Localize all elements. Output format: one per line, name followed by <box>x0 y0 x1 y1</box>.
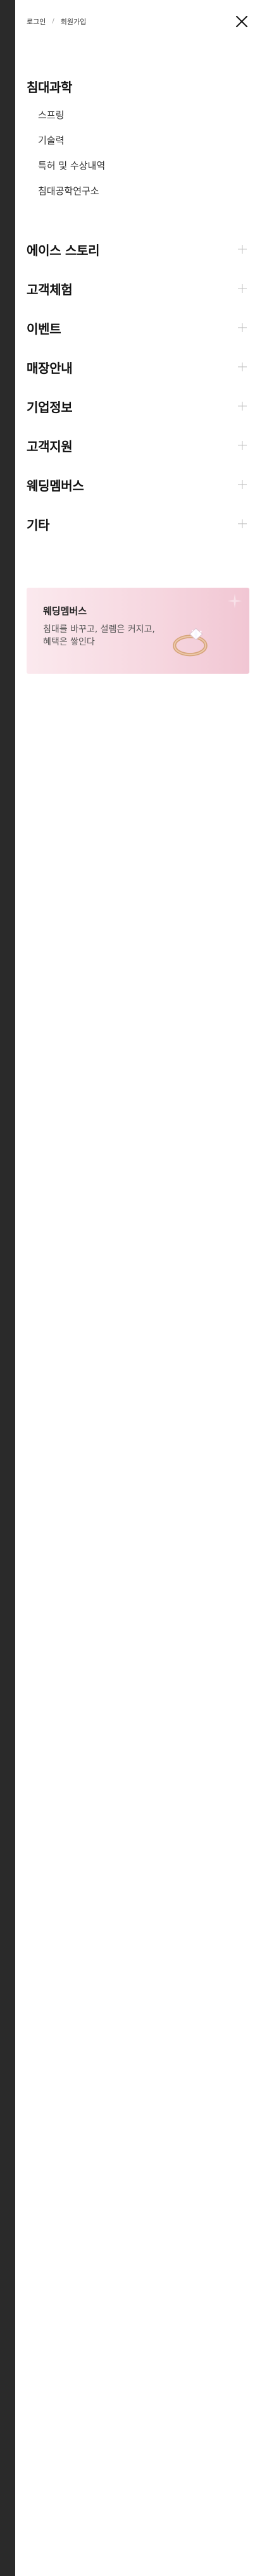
section-title: 침대과학 <box>27 80 72 95</box>
plus-icon <box>237 322 248 333</box>
drawer-top-bar: 로그인 / 회원가입 <box>15 0 262 44</box>
accordion-item[interactable]: 기업정보 <box>27 387 249 426</box>
accordion-label: 웨딩멤버스 <box>27 478 84 493</box>
sparkle-icon <box>227 593 242 609</box>
subnav-item-sleep-lab[interactable]: 침대공학연구소 <box>38 185 249 197</box>
signup-link[interactable]: 회원가입 <box>61 16 86 27</box>
accordion-item[interactable]: 에이스 스토리 <box>27 230 249 269</box>
login-link[interactable]: 로그인 <box>27 16 46 27</box>
menu-accordion: 에이스 스토리 고객체험 이벤트 매장안내 기업정보 고객지원 웨딩멤버스 기타 <box>27 230 249 543</box>
plus-icon <box>237 361 248 373</box>
accordion-label: 에이스 스토리 <box>27 242 100 258</box>
close-button[interactable] <box>233 13 251 30</box>
accordion-label: 이벤트 <box>27 321 61 337</box>
accordion-label: 기타 <box>27 517 50 533</box>
plus-icon <box>237 400 248 412</box>
plus-icon <box>237 283 248 294</box>
ring-icon <box>173 628 208 657</box>
promo-description: 침대를 바꾸고, 설렘은 커지고, 혜택은 쌓인다 <box>43 624 155 647</box>
side-menu-drawer: 로그인 / 회원가입 침대과학 스프링 기술력 특허 및 수상내역 침대공학연구… <box>0 0 262 2576</box>
subnav-item-patents-awards[interactable]: 특허 및 수상내역 <box>38 160 249 171</box>
accordion-item[interactable]: 고객체험 <box>27 269 249 308</box>
subnav-item-spring[interactable]: 스프링 <box>38 109 249 121</box>
accordion-label: 고객체험 <box>27 282 73 297</box>
plus-icon <box>237 440 248 451</box>
section-subnav: 스프링 기술력 특허 및 수상내역 침대공학연구소 <box>27 109 249 197</box>
accordion-item[interactable]: 고객지원 <box>27 426 249 465</box>
plus-icon <box>237 518 248 529</box>
accordion-item[interactable]: 웨딩멤버스 <box>27 465 249 504</box>
promo-title: 웨딩멤버스 <box>43 605 87 617</box>
accordion-item[interactable]: 기타 <box>27 504 249 543</box>
accordion-item[interactable]: 이벤트 <box>27 308 249 347</box>
wedding-members-promo[interactable]: 웨딩멤버스 침대를 바꾸고, 설렘은 커지고, 혜택은 쌓인다 <box>27 588 249 674</box>
auth-separator: / <box>52 18 54 25</box>
plus-icon <box>237 244 248 255</box>
accordion-label: 고객지원 <box>27 438 73 454</box>
close-icon <box>236 16 247 27</box>
accordion-label: 매장안내 <box>27 360 73 376</box>
accordion-label: 기업정보 <box>27 399 73 415</box>
subnav-item-technology[interactable]: 기술력 <box>38 135 249 146</box>
accordion-item[interactable]: 매장안내 <box>27 347 249 387</box>
auth-links: 로그인 / 회원가입 <box>27 16 249 27</box>
drawer-content: 침대과학 스프링 기술력 특허 및 수상내역 침대공학연구소 에이스 스토리 고… <box>15 77 262 674</box>
plus-icon <box>237 479 248 490</box>
